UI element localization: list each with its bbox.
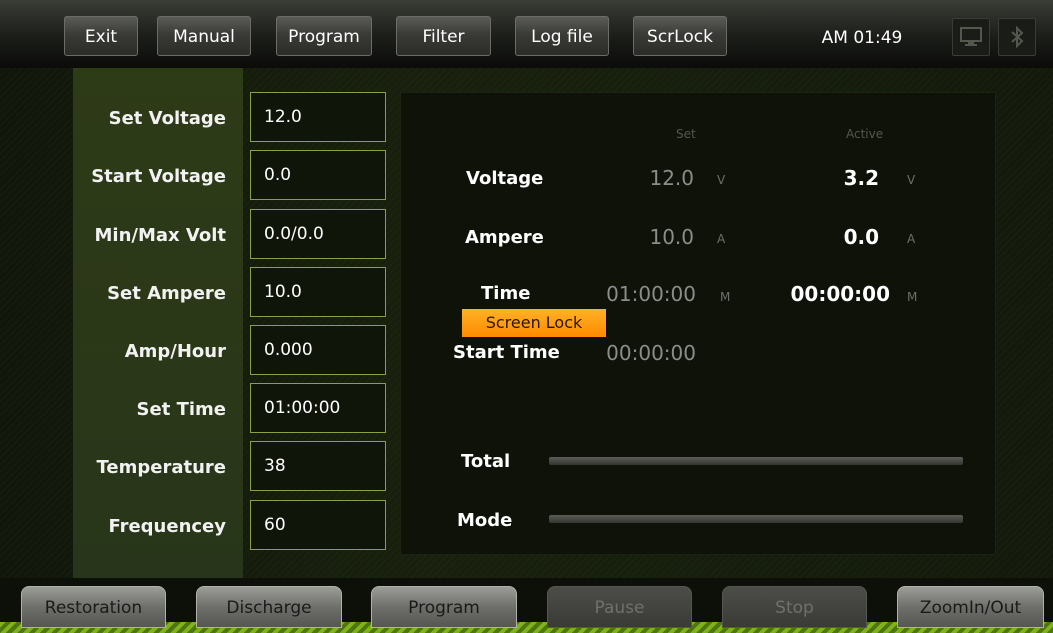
start-time-label: Start Time	[453, 342, 560, 363]
set-time-label: Set Time	[136, 399, 226, 420]
program-bottom-button[interactable]: Program	[371, 586, 517, 628]
settings-label-column	[73, 68, 243, 578]
filter-button[interactable]: Filter	[396, 16, 491, 56]
log-file-button[interactable]: Log file	[515, 16, 609, 56]
start-voltage-label: Start Voltage	[91, 166, 226, 187]
restoration-button[interactable]: Restoration	[21, 586, 166, 628]
clock: AM 01:49	[821, 28, 903, 48]
monitor-icon[interactable]	[952, 18, 990, 56]
time-active-unit: M	[907, 290, 918, 304]
ampere-set-unit: A	[717, 232, 726, 246]
ampere-active-unit: A	[907, 232, 916, 246]
temperature-field[interactable]: 38	[250, 441, 386, 491]
set-ampere-label: Set Ampere	[107, 283, 226, 304]
voltage-label: Voltage	[466, 168, 544, 189]
manual-button[interactable]: Manual	[157, 16, 251, 56]
exit-button[interactable]: Exit	[64, 16, 138, 56]
discharge-button[interactable]: Discharge	[196, 586, 342, 628]
set-column-header: Set	[676, 127, 696, 141]
voltage-active-unit: V	[907, 173, 916, 187]
pause-button[interactable]: Pause	[547, 586, 692, 628]
zoom-in-out-button[interactable]: ZoomIn/Out	[897, 586, 1044, 628]
time-set-unit: M	[720, 290, 731, 304]
bluetooth-icon[interactable]	[998, 18, 1036, 56]
time-set-value: 01:00:00	[606, 282, 696, 306]
start-time-set-value: 00:00:00	[606, 341, 696, 365]
set-voltage-label: Set Voltage	[108, 108, 226, 129]
frequency-label: Frequencey	[108, 516, 226, 537]
total-label: Total	[461, 451, 511, 472]
amp-hour-label: Amp/Hour	[124, 341, 226, 362]
voltage-active-value: 3.2	[843, 166, 879, 190]
time-active-value: 00:00:00	[790, 282, 891, 306]
total-progress-bar	[549, 457, 963, 465]
voltage-set-value: 12.0	[649, 166, 694, 190]
time-label: Time	[481, 283, 531, 304]
screen-lock-badge: Screen Lock	[462, 309, 606, 337]
start-voltage-field[interactable]: 0.0	[250, 150, 386, 200]
ampere-active-value: 0.0	[843, 225, 879, 249]
scrlock-button[interactable]: ScrLock	[633, 16, 727, 56]
mode-progress-bar	[549, 515, 963, 523]
stop-button[interactable]: Stop	[722, 586, 867, 628]
temperature-label: Temperature	[96, 457, 226, 478]
set-ampere-field[interactable]: 10.0	[250, 267, 386, 317]
ampere-label: Ampere	[465, 227, 544, 248]
program-button[interactable]: Program	[276, 16, 372, 56]
active-column-header: Active	[846, 127, 884, 141]
min-max-volt-label: Min/Max Volt	[94, 225, 227, 246]
set-voltage-field[interactable]: 12.0	[250, 92, 386, 142]
frequency-field[interactable]: 60	[250, 500, 386, 550]
set-time-field[interactable]: 01:00:00	[250, 383, 386, 433]
mode-label: Mode	[457, 510, 513, 531]
voltage-set-unit: V	[717, 173, 726, 187]
amp-hour-field[interactable]: 0.000	[250, 325, 386, 375]
ampere-set-value: 10.0	[649, 225, 694, 249]
min-max-volt-field[interactable]: 0.0/0.0	[250, 209, 386, 259]
